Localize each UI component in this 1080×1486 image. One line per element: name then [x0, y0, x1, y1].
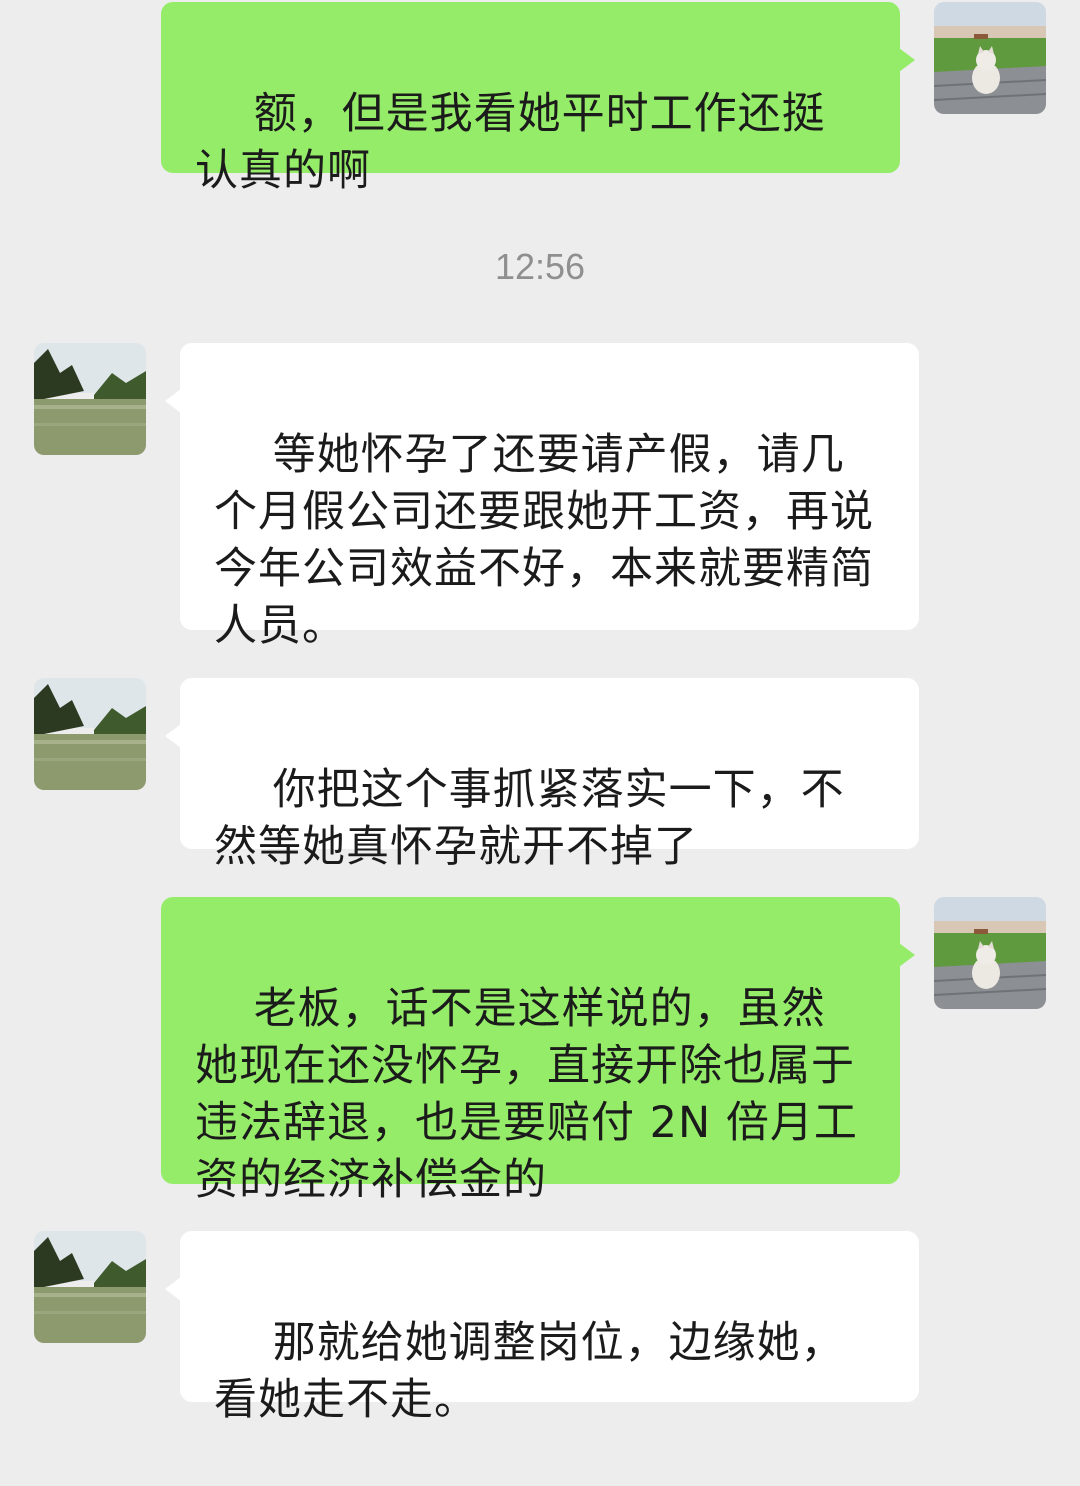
- avatar[interactable]: [934, 2, 1046, 114]
- cat-on-deck-avatar-icon: [934, 897, 1046, 1009]
- avatar[interactable]: [34, 1231, 146, 1343]
- message-bubble[interactable]: 额，但是我看她平时工作还挺认真的啊: [161, 2, 915, 196]
- message-bubble[interactable]: 等她怀孕了还要请产假，请几个月假公司还要跟她开工资，再说今年公司效益不好，本来就…: [165, 343, 919, 651]
- message-bubble[interactable]: 老板，话不是这样说的，虽然她现在还没怀孕，直接开除也属于违法辞退，也是要赔付 2…: [161, 897, 915, 1205]
- avatar[interactable]: [34, 343, 146, 455]
- message-text: 额，但是我看她平时工作还挺认真的啊: [195, 89, 826, 196]
- cat-on-deck-avatar-icon: [934, 2, 1046, 114]
- message-bubble[interactable]: 那就给她调整岗位，边缘她，看她走不走。: [165, 1231, 919, 1425]
- message-text: 那就给她调整岗位，边缘她，看她走不走。: [214, 1318, 845, 1425]
- message-text: 老板，话不是这样说的，虽然她现在还没怀孕，直接开除也属于违法辞退，也是要赔付 2…: [195, 984, 858, 1205]
- avatar[interactable]: [34, 678, 146, 790]
- message-text: 你把这个事抓紧落实一下，不然等她真怀孕就开不掉了: [214, 765, 845, 872]
- message-text: 等她怀孕了还要请产假，请几个月假公司还要跟她开工资，再说今年公司效益不好，本来就…: [214, 430, 874, 651]
- timestamp: 12:56: [494, 246, 586, 287]
- message-bubble[interactable]: 你把这个事抓紧落实一下，不然等她真怀孕就开不掉了: [165, 678, 919, 872]
- lake-landscape-avatar-icon: [34, 343, 146, 455]
- lake-landscape-avatar-icon: [34, 678, 146, 790]
- lake-landscape-avatar-icon: [34, 1231, 146, 1343]
- avatar[interactable]: [934, 897, 1046, 1009]
